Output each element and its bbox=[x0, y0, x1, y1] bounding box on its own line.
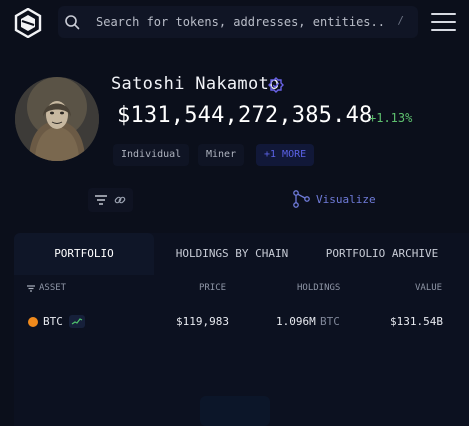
column-header-holdings[interactable]: HOLDINGS bbox=[297, 283, 340, 293]
tab-portfolio-archive[interactable]: PORTFOLIO ARCHIVE bbox=[314, 233, 450, 275]
hamburger-menu-icon[interactable] bbox=[431, 13, 456, 31]
avatar-image bbox=[15, 77, 99, 161]
search-shortcut-hint: / bbox=[397, 14, 404, 27]
column-header-price[interactable]: PRICE bbox=[199, 283, 226, 293]
graph-icon bbox=[293, 190, 310, 208]
search-bar[interactable]: / bbox=[58, 6, 418, 38]
tag-more-button[interactable]: +1 MORE bbox=[256, 144, 315, 166]
tab-holdings-by-chain[interactable]: HOLDINGS BY CHAIN bbox=[166, 233, 298, 275]
top-bar: / bbox=[0, 0, 469, 44]
toolbar bbox=[88, 188, 133, 212]
asset-holdings: 1.096M bbox=[276, 315, 316, 328]
asset-value: $131.54B bbox=[390, 315, 443, 328]
link-icon[interactable] bbox=[114, 194, 126, 206]
tab-bar: PORTFOLIO HOLDINGS BY CHAIN PORTFOLIO AR… bbox=[14, 233, 469, 275]
tab-portfolio[interactable]: PORTFOLIO bbox=[14, 233, 154, 275]
portfolio-balance: $131,544,272,385.48 bbox=[117, 103, 373, 128]
sparkline-icon bbox=[71, 318, 83, 325]
verified-badge-icon bbox=[268, 77, 284, 93]
avatar bbox=[15, 77, 99, 161]
entity-name: Satoshi Nakamoto bbox=[111, 74, 280, 94]
tag-miner[interactable]: Miner bbox=[198, 144, 245, 166]
sparkline-button[interactable] bbox=[69, 315, 85, 328]
search-input[interactable] bbox=[96, 13, 386, 31]
column-header-asset[interactable]: ASSET bbox=[39, 283, 66, 293]
bitcoin-icon bbox=[28, 317, 38, 327]
asset-holdings-unit: BTC bbox=[320, 315, 340, 328]
app-logo-icon[interactable] bbox=[13, 8, 43, 38]
balance-change: +1.13% bbox=[369, 111, 413, 125]
visualize-label: Visualize bbox=[316, 193, 376, 206]
table-header: ASSET PRICE HOLDINGS VALUE bbox=[14, 281, 469, 299]
search-icon bbox=[65, 15, 80, 30]
bottom-faded-element bbox=[200, 396, 270, 426]
filter-icon[interactable] bbox=[95, 195, 107, 205]
tag-individual[interactable]: Individual bbox=[113, 144, 190, 166]
sort-icon[interactable] bbox=[27, 285, 35, 292]
column-header-value[interactable]: VALUE bbox=[415, 283, 442, 293]
asset-symbol[interactable]: BTC bbox=[43, 315, 63, 328]
asset-price: $119,983 bbox=[176, 315, 229, 328]
table-row[interactable]: BTC $119,983 1.096M BTC $131.54B bbox=[14, 311, 469, 333]
